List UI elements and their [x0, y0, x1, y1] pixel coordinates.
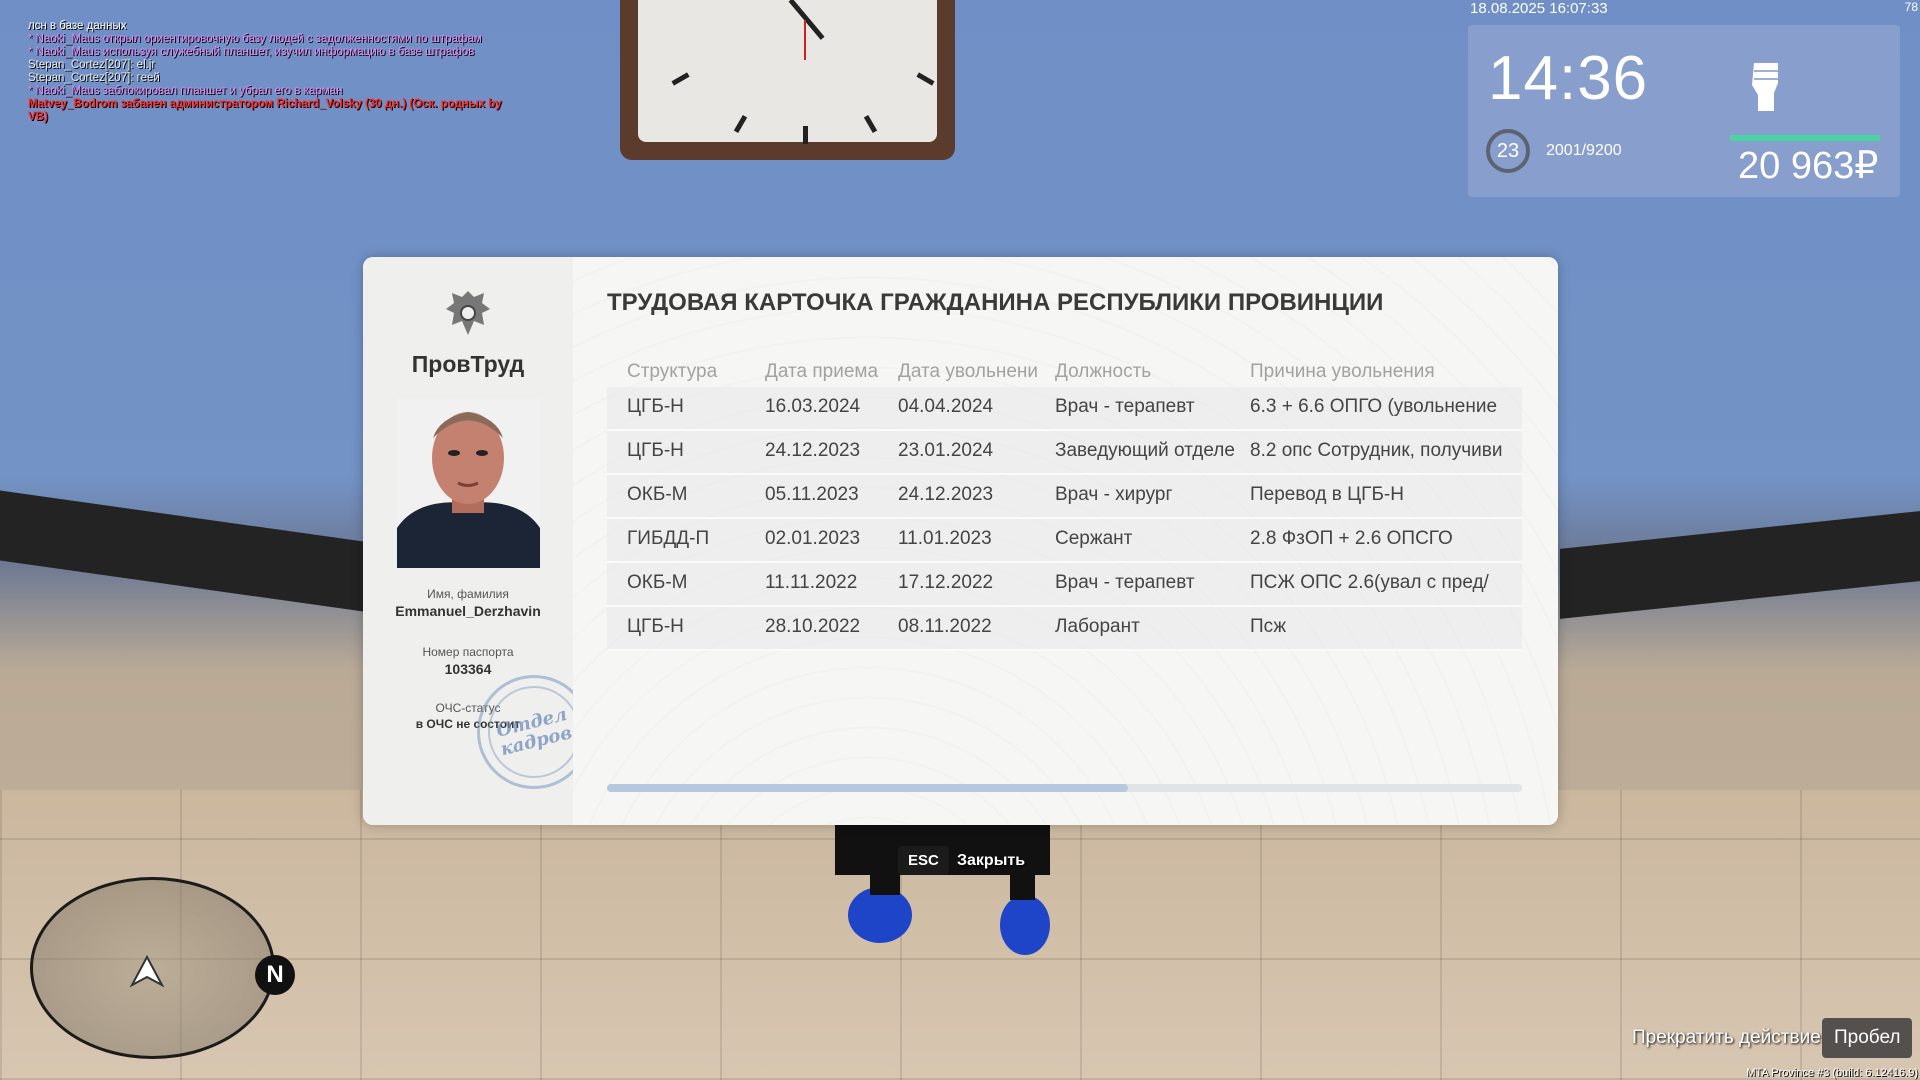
cell-position: Лаборант — [1055, 616, 1140, 637]
table-row: ЦГБ-Н 16.03.2024 04.04.2024 Врач - терап… — [607, 387, 1522, 431]
table-row: ГИБДД-П 02.01.2023 11.01.2023 Сержант 2.… — [607, 519, 1522, 563]
cell-fire-date: 11.01.2023 — [898, 528, 992, 549]
chat-line: Stepan_Cortez[207]: el.jr — [28, 59, 156, 71]
close-hint-label[interactable]: Закрыть — [957, 852, 1025, 870]
chat-line: * Naoki_Maus используя служебный планшет… — [28, 46, 475, 58]
table-header: Структура Дата приема Дата увольнени Дол… — [607, 357, 1522, 387]
hud-panel: 14:36 23 2001/9200 20 963₽ — [1468, 25, 1900, 197]
cell-position: Заведующий отделе — [1055, 440, 1235, 461]
hud-time: 14:36 — [1488, 44, 1649, 113]
work-card-window: ПровТруд Имя, фамилия Emmanuel_Derzhavin… — [363, 257, 1558, 825]
cell-fire-date: 08.11.2022 — [898, 616, 992, 637]
cell-reason: Перевод в ЦГБ-Н — [1250, 484, 1404, 505]
col-fire-date: Дата увольнени — [898, 361, 1039, 382]
fist-icon — [1752, 63, 1778, 111]
horizontal-scrollbar[interactable] — [607, 784, 1522, 792]
work-history-panel: ТРУДОВАЯ КАРТОЧКА ГРАЖДАНИНА РЕСПУБЛИКИ … — [573, 257, 1558, 825]
table-row: ЦГБ-Н 24.12.2023 23.01.2024 Заведующий о… — [607, 431, 1522, 475]
cell-hire-date: 05.11.2023 — [765, 484, 859, 505]
cell-position: Врач - хирург — [1055, 484, 1173, 505]
cell-position: Сержант — [1055, 528, 1133, 549]
bench-left — [0, 490, 420, 620]
cell-fire-date: 23.01.2024 — [898, 440, 994, 461]
cell-structure: ЦГБ-Н — [627, 396, 684, 417]
health-bar — [1730, 135, 1880, 141]
brand-title: ПровТруд — [411, 351, 525, 377]
passport-label: Номер паспорта — [422, 645, 514, 659]
scrollbar-thumb[interactable] — [607, 784, 1128, 792]
cell-structure: ОКБ-М — [627, 572, 688, 593]
build-info: MTA Province #3 (build: 6.12416.9) — [1746, 1067, 1918, 1079]
chat-line: * Naoki_Maus заблокировал планшет и убра… — [28, 85, 343, 97]
hud-fps: 78 — [1904, 0, 1918, 14]
col-hire-date: Дата приема — [765, 361, 879, 382]
chat-line: * Naoki_Maus открыл ориентировочную базу… — [28, 33, 482, 45]
cell-hire-date: 02.01.2023 — [765, 528, 861, 549]
north-icon: N — [255, 955, 295, 995]
space-key-hint[interactable]: Пробел — [1822, 1018, 1913, 1058]
player-arrow-icon — [130, 955, 164, 988]
citizen-photo — [397, 398, 540, 568]
xp-counter: 2001/9200 — [1546, 142, 1622, 159]
cell-fire-date: 04.04.2024 — [898, 396, 994, 417]
table-row: ОКБ-М 11.11.2022 17.12.2022 Врач - терап… — [607, 563, 1522, 607]
chat-line: лсн в базе данных — [28, 20, 127, 32]
money: 20 963₽ — [1738, 145, 1879, 187]
profile-panel: ПровТруд Имя, фамилия Emmanuel_Derzhavin… — [363, 257, 591, 825]
cell-structure: ЦГБ-Н — [627, 616, 684, 637]
cell-fire-date: 24.12.2023 — [898, 484, 994, 505]
hud-datetime: 18.08.2025 16:07:33 — [1470, 0, 1608, 17]
col-position: Должность — [1055, 361, 1152, 382]
name-label: Имя, фамилия — [427, 587, 509, 601]
cell-structure: ОКБ-М — [627, 484, 688, 505]
stop-action-label: Прекратить действие — [1632, 1027, 1821, 1048]
chat-log: лсн в базе данных * Naoki_Maus открыл ор… — [28, 20, 508, 124]
col-reason: Причина увольнения — [1250, 361, 1435, 382]
col-structure: Структура — [627, 361, 718, 382]
cell-hire-date: 24.12.2023 — [765, 440, 861, 461]
card-title: ТРУДОВАЯ КАРТОЧКА ГРАЖДАНИНА РЕСПУБЛИКИ … — [607, 289, 1384, 316]
table-row: ЦГБ-Н 28.10.2022 08.11.2022 Лаборант Псж — [607, 607, 1522, 651]
level-ring: 23 — [1486, 129, 1530, 173]
eagle-emblem-icon — [446, 291, 490, 335]
cell-reason: ПСЖ ОПС 2.6(увал с пред/ — [1250, 572, 1489, 593]
cell-reason: 6.3 + 6.6 ОПГО (увольнение — [1250, 396, 1498, 417]
table-row: ОКБ-М 05.11.2023 24.12.2023 Врач - хирур… — [607, 475, 1522, 519]
bench-right — [1560, 511, 1920, 619]
cell-position: Врач - терапевт — [1055, 396, 1195, 417]
cell-hire-date: 28.10.2022 — [765, 616, 861, 637]
cell-hire-date: 11.11.2022 — [765, 572, 858, 593]
esc-key-hint[interactable]: ESC — [898, 846, 949, 875]
work-history-table: Структура Дата приема Дата увольнени Дол… — [607, 357, 1522, 651]
citizen-name: Emmanuel_Derzhavin — [395, 603, 541, 619]
chat-line: Stepan_Cortez[207]: геей — [28, 72, 160, 84]
cell-structure: ЦГБ-Н — [627, 440, 684, 461]
cell-reason: 8.2 опс Сотрудник, получиви — [1250, 440, 1503, 461]
cell-fire-date: 17.12.2022 — [898, 572, 994, 593]
cell-reason: Псж — [1250, 616, 1287, 637]
cell-hire-date: 16.03.2024 — [765, 396, 861, 417]
chat-line: Matvey_Bodrom забанен администратором Ri… — [28, 98, 502, 123]
cell-structure: ГИБДД-П — [627, 528, 710, 549]
wall-clock — [620, 0, 955, 160]
cell-position: Врач - терапевт — [1055, 572, 1195, 593]
cell-reason: 2.8 ФзОП + 2.6 ОПСГО — [1250, 528, 1453, 549]
